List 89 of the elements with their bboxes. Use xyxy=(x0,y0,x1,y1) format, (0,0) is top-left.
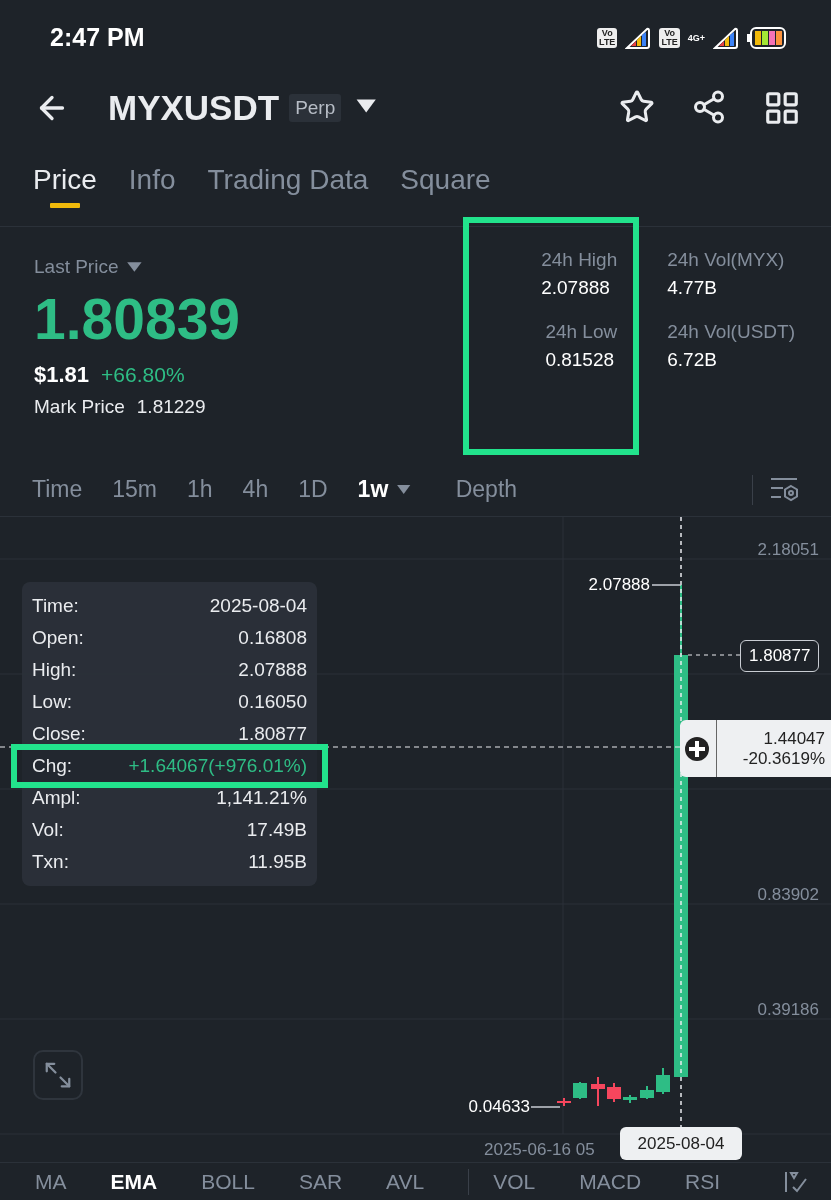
signal-icon xyxy=(713,25,739,50)
stat-value: 0.81528 xyxy=(545,349,615,371)
candle xyxy=(607,1082,621,1103)
chart-settings-icon[interactable] xyxy=(769,475,801,504)
info-label: Time: xyxy=(32,595,79,617)
interval-tab[interactable]: 1w xyxy=(357,476,412,503)
info-label: Ampl: xyxy=(32,787,81,809)
stat-label: 24h Vol(MYX) xyxy=(667,249,785,271)
battery-icon xyxy=(747,26,787,49)
close-price-tag: 1.80877 xyxy=(740,640,820,672)
add-order-icon[interactable] xyxy=(684,735,710,762)
last-price-label[interactable]: Last Price xyxy=(34,256,119,278)
candle xyxy=(656,1067,670,1095)
active-tab-indicator xyxy=(50,203,80,208)
network-type: 4G+ xyxy=(687,32,705,43)
favorite-star-icon[interactable] xyxy=(619,88,655,125)
candle xyxy=(623,1094,637,1104)
interval-tab[interactable]: 4h xyxy=(242,476,269,503)
last-price: 1.80839 xyxy=(34,286,242,352)
stat-value: 4.77B xyxy=(667,277,717,299)
candle xyxy=(591,1076,605,1107)
symbol-dropdown-icon xyxy=(355,97,378,114)
candle xyxy=(640,1085,654,1100)
info-label: Low: xyxy=(32,691,73,713)
tab[interactable]: Info xyxy=(128,140,176,226)
low-price-marker: 0.04633 xyxy=(468,1097,530,1117)
indicator-tab[interactable]: VOL xyxy=(493,1169,536,1194)
fullscreen-button[interactable] xyxy=(33,1050,83,1100)
interval-tab[interactable]: Depth xyxy=(455,476,518,503)
info-value: 0.16808 xyxy=(238,627,307,649)
info-label: Vol: xyxy=(32,819,64,841)
stat-label: 24h Vol(USDT) xyxy=(667,321,795,343)
crosshair-price: 1.44047 xyxy=(763,728,825,749)
price-change: +66.80% xyxy=(101,363,185,387)
price-axis-label: 0.83902 xyxy=(757,885,819,905)
stat-value: 2.07888 xyxy=(541,277,610,299)
tab[interactable]: Price xyxy=(33,140,97,226)
volte-badge: Vo LTE xyxy=(659,27,680,48)
info-label: Txn: xyxy=(32,851,69,873)
interval-tab[interactable]: 1D xyxy=(298,476,328,503)
info-value: 1,141.21% xyxy=(216,787,307,809)
interval-tab[interactable]: 1h xyxy=(187,476,213,503)
tab[interactable]: Trading Data xyxy=(207,140,369,226)
share-icon[interactable] xyxy=(691,88,727,125)
mark-price-value: 1.81229 xyxy=(136,396,206,418)
info-label: High: xyxy=(32,659,77,681)
stat-value: 6.72B xyxy=(667,349,717,371)
info-label: Open: xyxy=(32,627,84,649)
indicator-tab[interactable]: MACD xyxy=(579,1169,642,1194)
status-time: 2:47 PM xyxy=(50,23,145,52)
interval-tab[interactable]: Time xyxy=(32,476,83,503)
indicator-tab[interactable]: RSI xyxy=(685,1169,721,1194)
signal-icon xyxy=(625,25,652,50)
indicator-tab[interactable]: AVL xyxy=(386,1169,425,1194)
candle xyxy=(557,1097,571,1107)
stat-label: 24h High xyxy=(541,249,618,271)
close-price-line xyxy=(687,654,741,656)
info-value: 17.49B xyxy=(246,819,307,841)
indicator-tab[interactable]: MA xyxy=(35,1169,67,1194)
contract-tag: Perp xyxy=(289,93,342,122)
interval-tab[interactable]: 15m xyxy=(112,476,157,503)
indicator-tab[interactable]: EMA xyxy=(110,1169,158,1194)
crosshair-change: -20.3619% xyxy=(742,748,825,769)
info-value: 11.95B xyxy=(248,851,307,873)
info-value: 2.07888 xyxy=(238,659,307,681)
usd-price: $1.81 xyxy=(34,362,90,388)
info-value: 2025-08-04 xyxy=(209,595,307,617)
caret-icon xyxy=(126,261,144,273)
indicator-tab[interactable]: BOLL xyxy=(201,1169,255,1194)
candle xyxy=(573,1081,587,1100)
price-axis-label: 2.18051 xyxy=(757,540,819,560)
crosshair-date-tag: 2025-08-04 xyxy=(620,1127,742,1160)
info-label: Chg: xyxy=(32,755,73,777)
info-value: +1.64067(+976.01%) xyxy=(128,755,307,777)
indicator-tab[interactable]: SAR xyxy=(298,1169,343,1194)
info-value: 0.16050 xyxy=(238,691,307,713)
expand-icon xyxy=(43,1060,73,1090)
info-label: Close: xyxy=(32,723,86,745)
leader-line xyxy=(530,1106,561,1108)
time-axis-label: 2025-06-16 05 xyxy=(484,1140,595,1160)
volte-badge: Vo LTE xyxy=(597,27,618,48)
stat-label: 24h Low xyxy=(545,321,618,343)
symbol-title: MYXUSDT xyxy=(108,87,280,128)
mark-price-label: Mark Price xyxy=(34,396,125,418)
tab[interactable]: Square xyxy=(400,140,491,226)
info-value: 1.80877 xyxy=(238,723,307,745)
high-price-marker: 2.07888 xyxy=(588,575,650,595)
leader-line xyxy=(651,584,682,586)
price-axis-label: 0.39186 xyxy=(757,1000,819,1020)
